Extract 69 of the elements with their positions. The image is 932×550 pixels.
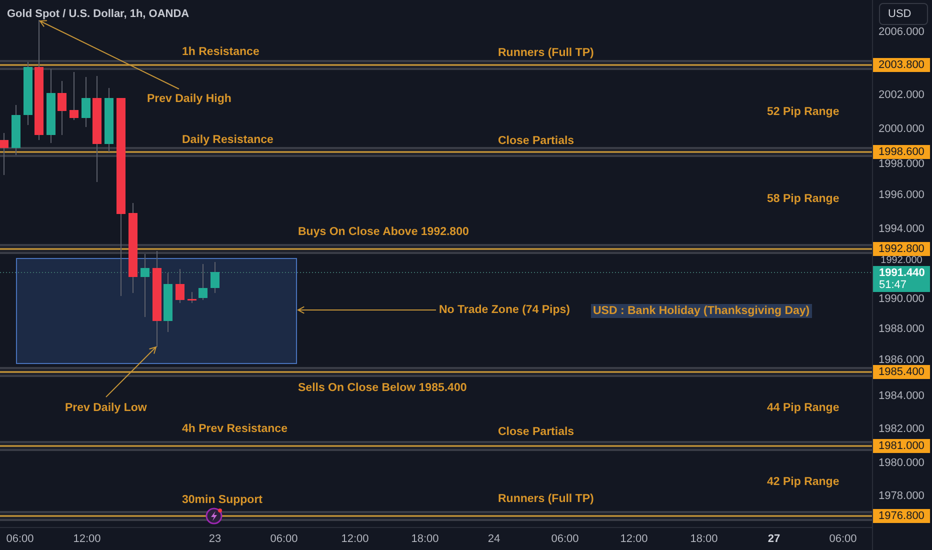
chart-label: 1h Resistance — [182, 45, 260, 59]
time-axis-label: 12:00 — [73, 532, 101, 547]
price-tag: 2003.800 — [873, 58, 930, 72]
chart-label: Daily Resistance — [182, 133, 274, 147]
chart-label: Buys On Close Above 1992.800 — [298, 225, 469, 239]
price-axis-label: 1978.000 — [878, 490, 926, 502]
candle — [70, 72, 78, 120]
event-note: USD : Bank Holiday (Thanksgiving Day) — [591, 304, 812, 318]
chart-label: 52 Pip Range — [767, 105, 840, 119]
price-tag: 1992.800 — [873, 242, 930, 256]
chart-label: 4h Prev Resistance — [182, 422, 288, 436]
lightning-icon[interactable] — [206, 508, 222, 524]
chart-label: Runners (Full TP) — [498, 492, 594, 506]
time-axis-label: 24 — [488, 532, 500, 547]
arrow — [106, 346, 157, 398]
candle — [210, 262, 220, 294]
time-axis-label: 06:00 — [829, 532, 857, 547]
time-axis-label: 06:00 — [6, 532, 34, 547]
chart-label: Close Partials — [498, 425, 574, 439]
chart-label: 44 Pip Range — [767, 401, 840, 415]
candle — [140, 254, 150, 318]
chart-label: Close Partials — [498, 134, 574, 148]
chart-title: Gold Spot / U.S. Dollar, 1h, OANDA — [7, 7, 190, 22]
price-axis-label: 1982.000 — [878, 423, 926, 436]
price-axis-label: 2002.000 — [878, 89, 926, 102]
time-axis-label: 18:00 — [411, 532, 439, 547]
candle — [58, 80, 66, 136]
price-axis-label: 1998.000 — [878, 158, 926, 170]
price-tag: 1981.000 — [873, 439, 930, 453]
time-axis-label: 18:00 — [690, 532, 718, 547]
current-price: 1991.440 — [879, 267, 926, 279]
price-axis-label: 1994.000 — [878, 222, 926, 235]
candle — [176, 268, 184, 304]
chart-label: No Trade Zone (74 Pips) — [439, 303, 570, 317]
chart-label: Prev Daily High — [147, 92, 232, 106]
candle — [188, 292, 196, 304]
price-tag: 1976.800 — [873, 509, 930, 523]
chart-label: 58 Pip Range — [767, 192, 840, 206]
price-axis-label: 1988.000 — [878, 322, 926, 335]
time-axis-label: 06:00 — [551, 532, 579, 547]
bar-countdown: 51:47 — [879, 279, 908, 291]
price-axis-label: 1996.000 — [878, 189, 926, 202]
price-axis-label: 1984.000 — [878, 390, 926, 402]
price-axis-label: 2006.000 — [878, 26, 926, 38]
price-axis-label: 1980.000 — [878, 456, 926, 468]
chart-label: Runners (Full TP) — [498, 46, 594, 60]
chart-label: Prev Daily Low — [65, 401, 147, 415]
time-axis-label: 12:00 — [341, 532, 369, 547]
candle — [12, 104, 20, 156]
currency-button[interactable]: USD — [879, 3, 928, 25]
time-axis-label: 23 — [208, 532, 222, 547]
candle — [24, 62, 32, 126]
chart-label: 30min Support — [182, 493, 263, 507]
price-tag: 1998.600 — [873, 145, 930, 159]
price-tag: 1985.400 — [873, 365, 930, 379]
candle — [0, 132, 8, 176]
price-axis-label: 1990.000 — [878, 293, 926, 305]
candle — [198, 264, 208, 300]
candle — [104, 88, 114, 152]
candle — [82, 76, 90, 128]
chart-label: Sells On Close Below 1985.400 — [298, 381, 467, 395]
price-axis-label: 1992.000 — [880, 256, 924, 266]
chart-label: 42 Pip Range — [767, 475, 840, 489]
price-axis-label: 2000.000 — [878, 122, 926, 134]
time-axis-label: 06:00 — [270, 532, 298, 547]
time-axis-label: 27 — [768, 532, 780, 547]
time-axis-label: 12:00 — [620, 532, 648, 547]
price-axis-label: 1986.000 — [878, 354, 926, 366]
candle — [164, 272, 172, 332]
